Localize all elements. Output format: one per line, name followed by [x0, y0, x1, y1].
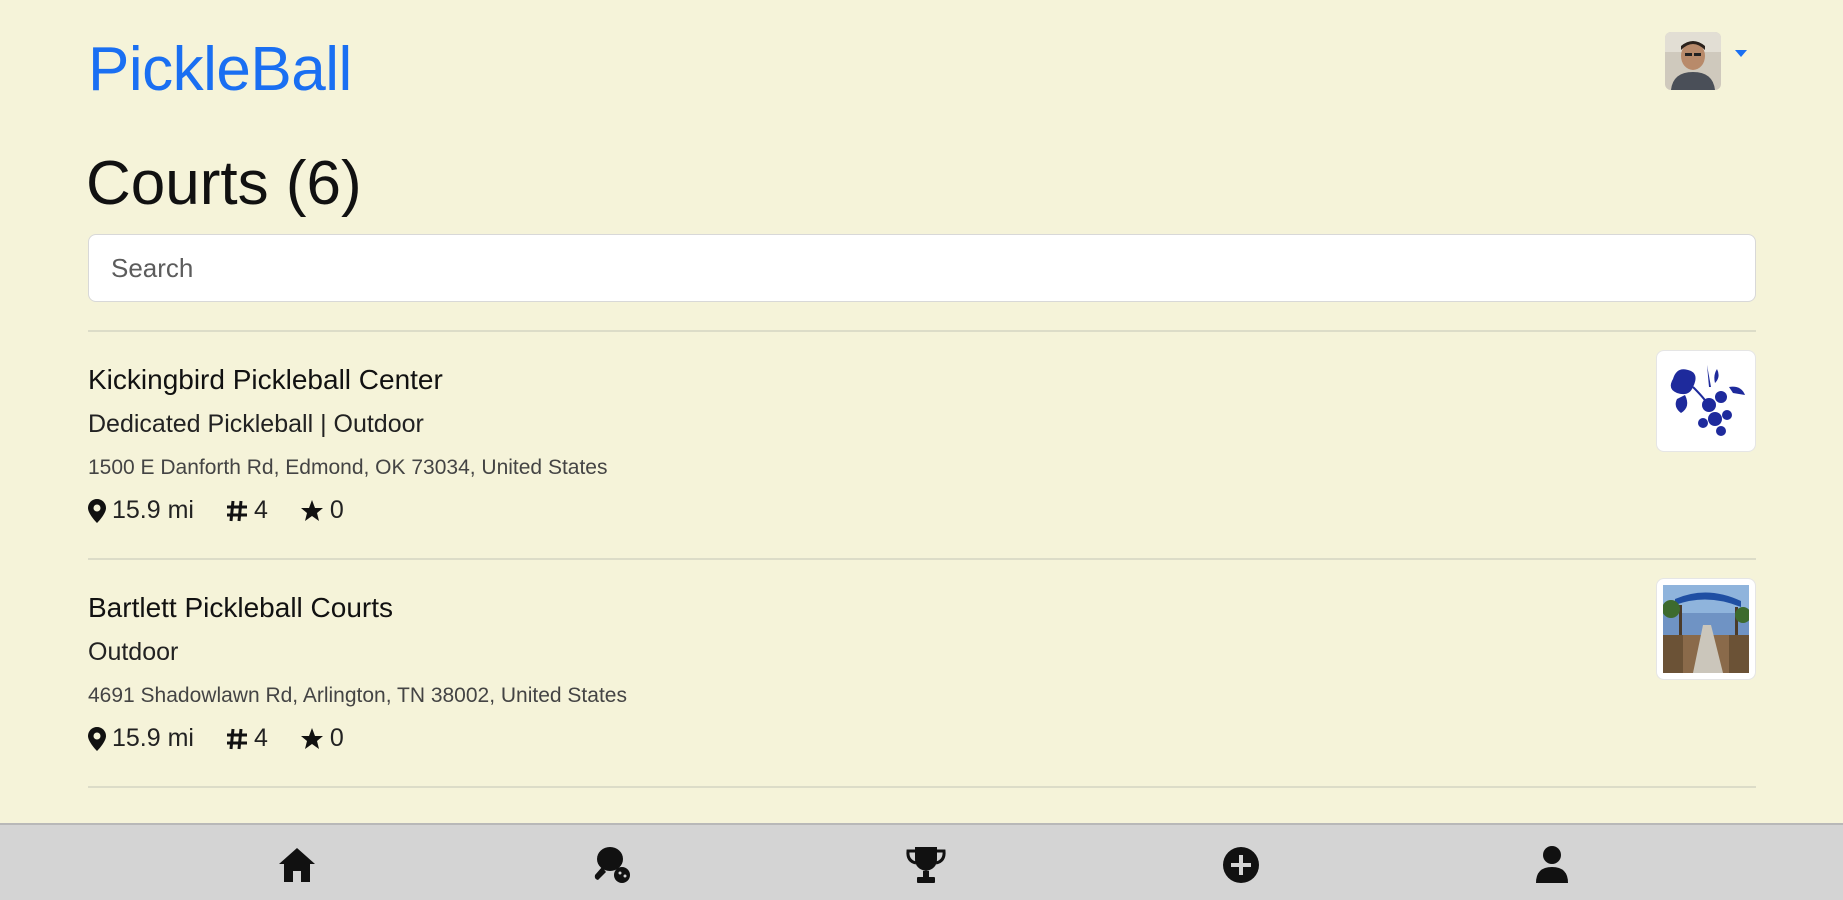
court-list-item[interactable]: Bartlett Pickleball Courts Outdoor 4691 …: [88, 578, 1756, 792]
rating-value: 0: [329, 724, 344, 752]
map-pin-icon: [88, 726, 106, 751]
court-photo-icon: [1662, 585, 1751, 673]
nav-tournaments-button[interactable]: [904, 843, 948, 887]
star-icon: [300, 727, 323, 749]
court-thumbnail[interactable]: [1656, 578, 1756, 680]
star-icon: [300, 499, 323, 521]
court-thumbnail[interactable]: [1656, 350, 1756, 452]
rating-value: 0: [329, 496, 344, 524]
trophy-icon: [906, 847, 946, 883]
court-type: Outdoor: [88, 638, 179, 666]
distance-stat: 15.9 mi: [88, 724, 194, 753]
distance-value: 15.9 mi: [112, 724, 194, 752]
hashtag-icon: [226, 500, 247, 521]
bottom-nav: [0, 823, 1843, 900]
court-address: 4691 Shadowlawn Rd, Arlington, TN 38002,…: [88, 684, 627, 707]
rating-stat: 0: [300, 496, 344, 525]
profile-menu[interactable]: [1665, 32, 1747, 90]
court-stats: 15.9 mi 4 0: [88, 496, 376, 525]
distance-value: 15.9 mi: [112, 496, 194, 524]
home-icon: [279, 848, 315, 882]
chevron-down-icon[interactable]: [1735, 50, 1747, 57]
court-count-value: 4: [253, 724, 268, 752]
court-stats: 15.9 mi 4 0: [88, 724, 376, 753]
nav-add-button[interactable]: [1219, 843, 1263, 887]
divider: [88, 786, 1756, 788]
court-address: 1500 E Danforth Rd, Edmond, OK 73034, Un…: [88, 456, 608, 479]
court-count-value: 4: [253, 496, 268, 524]
rating-stat: 0: [300, 724, 344, 753]
court-list-item[interactable]: Kickingbird Pickleball Center Dedicated …: [88, 350, 1756, 564]
court-name: Kickingbird Pickleball Center: [88, 364, 443, 395]
divider: [88, 558, 1756, 560]
divider: [88, 330, 1756, 332]
hashtag-icon: [226, 728, 247, 749]
search-input[interactable]: [88, 234, 1756, 302]
nav-courts-button[interactable]: [590, 843, 634, 887]
user-icon: [1536, 846, 1568, 883]
plus-circle-icon: [1223, 847, 1259, 883]
map-pin-icon: [88, 498, 106, 523]
distance-stat: 15.9 mi: [88, 496, 194, 525]
avatar[interactable]: [1665, 32, 1721, 90]
blue-floral-logo-icon: [1670, 365, 1745, 436]
nav-profile-button[interactable]: [1530, 843, 1574, 887]
brand-logo[interactable]: PickleBall: [88, 34, 352, 105]
page-title: Courts (6): [86, 149, 362, 218]
court-type: Dedicated Pickleball | Outdoor: [88, 410, 424, 438]
pickleball-paddle-icon: [594, 847, 630, 883]
court-count-stat: 4: [226, 724, 268, 753]
court-name: Bartlett Pickleball Courts: [88, 592, 394, 623]
court-count-stat: 4: [226, 496, 268, 525]
app-page: PickleBall Courts (6) Kickingbird Pickle…: [0, 0, 1843, 900]
header: PickleBall: [88, 32, 1755, 110]
nav-home-button[interactable]: [275, 843, 319, 887]
